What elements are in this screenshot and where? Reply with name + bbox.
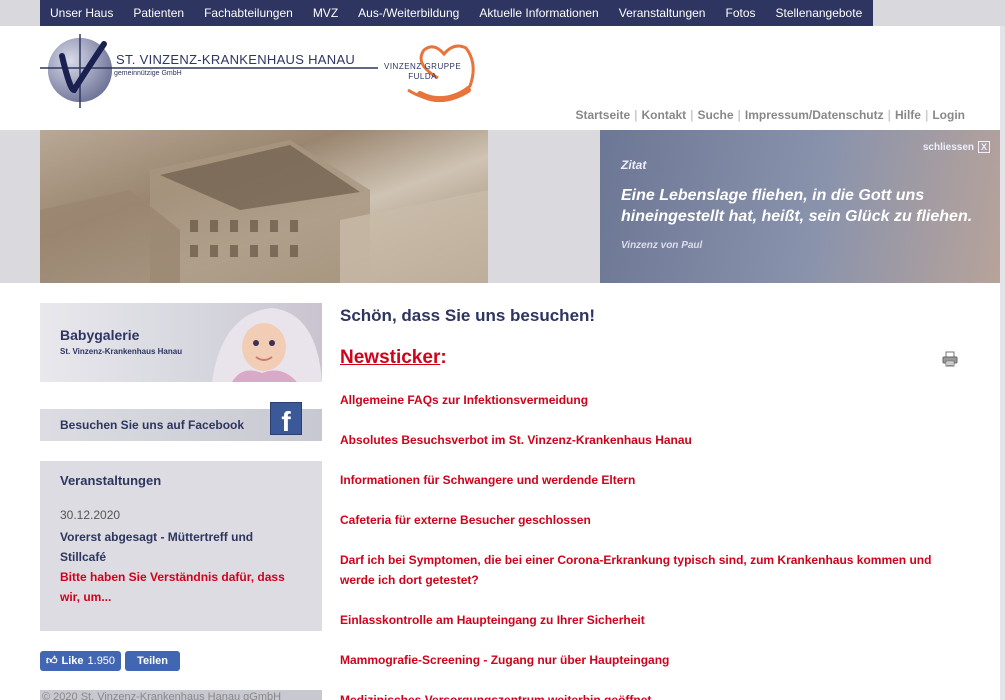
news-item[interactable]: Informationen für Schwangere und werdend… xyxy=(340,470,950,490)
meta-impressum[interactable]: Impressum/Datenschutz xyxy=(741,108,888,122)
events-heading: Veranstaltungen xyxy=(60,473,162,488)
meta-login[interactable]: Login xyxy=(928,108,969,122)
thumbs-up-icon: 👍︎ xyxy=(46,655,58,667)
news-item[interactable]: Darf ich bei Symptomen, die bei einer Co… xyxy=(340,550,950,590)
quote-author: Vinzenz von Paul xyxy=(621,240,703,251)
close-banner-button[interactable]: schliessen X xyxy=(923,141,990,153)
event-title[interactable]: Vorerst abgesagt - Müttertreff und Still… xyxy=(60,527,302,567)
babygalerie-banner[interactable]: Babygalerie St. Vinzenz-Krankenhaus Hana… xyxy=(40,303,322,382)
babygalerie-title: Babygalerie xyxy=(60,327,140,343)
newsticker-colon: : xyxy=(440,347,447,368)
nav-fotos[interactable]: Fotos xyxy=(715,6,765,20)
meta-suche[interactable]: Suche xyxy=(694,108,738,122)
print-icon[interactable] xyxy=(942,351,958,367)
hospital-photo xyxy=(40,130,488,283)
group-line-2: FULDA xyxy=(408,72,437,81)
news-item[interactable]: Medizinisches Versorgungszentrum weiterh… xyxy=(340,690,950,700)
nav-mvz[interactable]: MVZ xyxy=(303,6,348,20)
meta-hilfe[interactable]: Hilfe xyxy=(891,108,925,122)
meta-startseite[interactable]: Startseite xyxy=(571,108,634,122)
baby-photo-icon xyxy=(212,308,322,382)
nav-aktuelle-informationen[interactable]: Aktuelle Informationen xyxy=(469,6,608,20)
nav-veranstaltungen[interactable]: Veranstaltungen xyxy=(609,6,716,20)
page-edge-bar xyxy=(1000,26,1005,700)
brand-subtitle: gemeinnützige GmbH xyxy=(114,70,182,77)
close-icon: X xyxy=(978,141,990,153)
news-item[interactable]: Absolutes Besuchsverbot im St. Vinzenz-K… xyxy=(340,430,950,450)
hospital-building-icon xyxy=(40,140,488,283)
facebook-icon: f xyxy=(270,402,302,437)
hero-banner: schliessen X Zitat Eine Lebenslage flieh… xyxy=(0,130,1000,283)
close-label: schliessen xyxy=(922,141,974,153)
social-buttons: 👍︎ Like 1.950 Teilen xyxy=(40,651,181,671)
quote-text: Eine Lebenslage fliehen, in die Gott uns… xyxy=(621,187,973,225)
site-logo[interactable]: ST. VINZENZ-KRANKENHAUS HANAU gemeinnütz… xyxy=(40,34,480,110)
babygalerie-subtitle: St. Vinzenz-Krankenhaus Hanau xyxy=(60,347,183,356)
facebook-share-button[interactable]: Teilen xyxy=(125,651,181,671)
news-item[interactable]: Cafeteria für externe Besucher geschloss… xyxy=(340,510,950,530)
events-box: Veranstaltungen 30.12.2020 Vorerst abges… xyxy=(40,461,322,631)
brand-name: ST. VINZENZ-KRANKENHAUS HANAU xyxy=(116,52,356,67)
facebook-banner[interactable]: Besuchen Sie uns auf Facebook f xyxy=(40,402,322,441)
nav-unser-haus[interactable]: Unser Haus xyxy=(40,6,123,20)
news-list: Allgemeine FAQs zur Infektionsvermeidung… xyxy=(340,390,950,700)
like-count: 1.950 xyxy=(87,655,116,667)
news-item[interactable]: Mammografie-Screening - Zugang nur über … xyxy=(340,650,950,670)
nav-fachabteilungen[interactable]: Fachabteilungen xyxy=(194,6,303,20)
meta-navigation: Startseite | Kontakt | Suche | Impressum/Da… xyxy=(571,108,969,122)
footer-copyright: © 2020 St. Vinzenz-Krankenhaus Hanau gGm… xyxy=(40,690,322,700)
newsticker-heading: Newsticker: xyxy=(340,347,447,369)
news-item[interactable]: Einlasskontrolle am Haupteingang zu Ihre… xyxy=(340,610,950,630)
event-date: 30.12.2020 xyxy=(60,508,121,522)
main-navigation: Unser Haus Patienten Fachabteilungen MVZ… xyxy=(40,0,873,26)
like-label: Like xyxy=(61,655,84,667)
group-line-1: VINZENZ GRUPPE xyxy=(384,62,462,71)
quote-label: Zitat xyxy=(621,158,647,172)
news-item[interactable]: Allgemeine FAQs zur Infektionsvermeidung xyxy=(340,390,950,410)
nav-patienten[interactable]: Patienten xyxy=(123,6,194,20)
newsticker-link[interactable]: Newsticker xyxy=(340,347,440,368)
meta-kontakt[interactable]: Kontakt xyxy=(638,108,691,122)
event-teaser[interactable]: Bitte haben Sie Verständnis dafür, dass … xyxy=(60,567,302,607)
welcome-heading: Schön, dass Sie uns besuchen! xyxy=(340,306,596,325)
nav-stellenangebote[interactable]: Stellenangebote xyxy=(766,6,873,20)
group-logo-text: VINZENZ GRUPPE FULDA xyxy=(384,62,461,82)
nav-aus-weiterbildung[interactable]: Aus-/Weiterbildung xyxy=(348,6,469,20)
quote-panel: schliessen X Zitat Eine Lebenslage flieh… xyxy=(600,130,1000,283)
facebook-label: Besuchen Sie uns auf Facebook xyxy=(60,418,245,432)
facebook-like-button[interactable]: 👍︎ Like 1.950 xyxy=(40,651,122,671)
